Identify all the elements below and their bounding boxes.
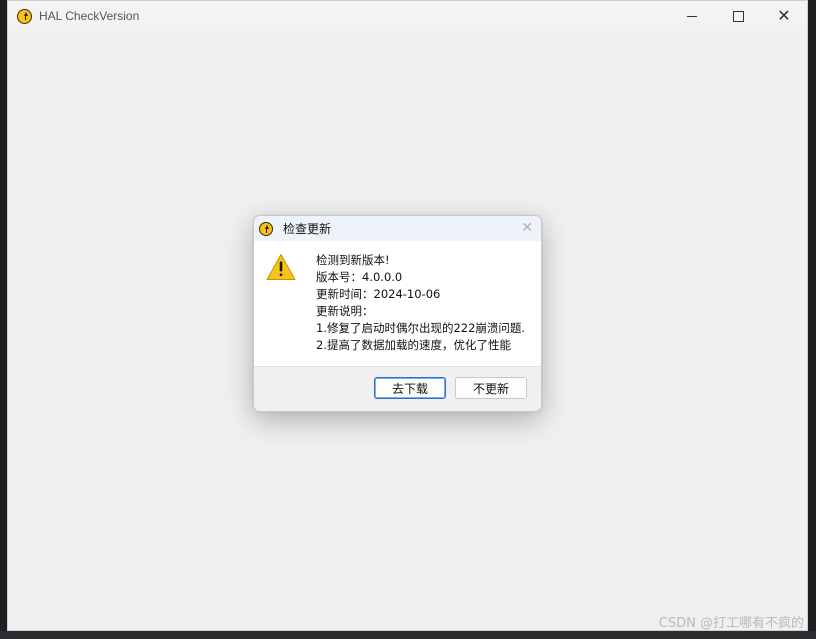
maximize-button[interactable] (715, 1, 761, 31)
window-titlebar[interactable]: HAL CheckVersion ✕ (8, 1, 807, 31)
watermark: CSDN @打工哪有不疯的 (658, 616, 804, 631)
window-controls: ✕ (669, 1, 807, 31)
message-line-headline: 检测到新版本! (316, 253, 390, 267)
message-line-notes-label: 更新说明： (316, 304, 374, 318)
message-line-note-2: 2.提高了数据加载的速度，优化了性能 (316, 338, 511, 352)
background-right-strip (808, 0, 816, 639)
message-line-note-1: 1.修复了启动时偶尔出现的222崩溃问题. (316, 321, 526, 335)
dialog-title: 检查更新 (283, 222, 332, 236)
close-button[interactable]: ✕ (761, 1, 807, 31)
message-line-version: 版本号：4.0.0.0 (316, 270, 403, 284)
message-line-date: 更新时间：2024-10-06 (316, 287, 441, 301)
dialog-message: 检测到新版本! 版本号：4.0.0.0 更新时间：2024-10-06 更新说明… (316, 252, 525, 354)
update-dialog: 检查更新 ✕ 检测到新版本! 版本号：4.0.0.0 更新时间：2024-10-… (253, 215, 542, 412)
dialog-close-icon[interactable]: ✕ (521, 220, 533, 236)
app-update-icon (17, 8, 32, 24)
skip-update-button[interactable]: 不更新 (455, 377, 527, 399)
close-icon: ✕ (777, 6, 791, 25)
dialog-footer: 去下载 不更新 (254, 366, 541, 411)
minimize-icon (687, 15, 697, 17)
maximize-icon (732, 10, 744, 22)
dialog-update-icon (259, 221, 273, 236)
minimize-button[interactable] (669, 1, 715, 31)
download-button[interactable]: 去下载 (374, 377, 446, 399)
window-title: HAL CheckVersion (39, 9, 140, 23)
background-bottom-strip (0, 631, 816, 639)
dialog-titlebar[interactable]: 检查更新 ✕ (254, 216, 541, 241)
warning-icon (266, 254, 296, 280)
dialog-body: 检测到新版本! 版本号：4.0.0.0 更新时间：2024-10-06 更新说明… (254, 241, 541, 366)
